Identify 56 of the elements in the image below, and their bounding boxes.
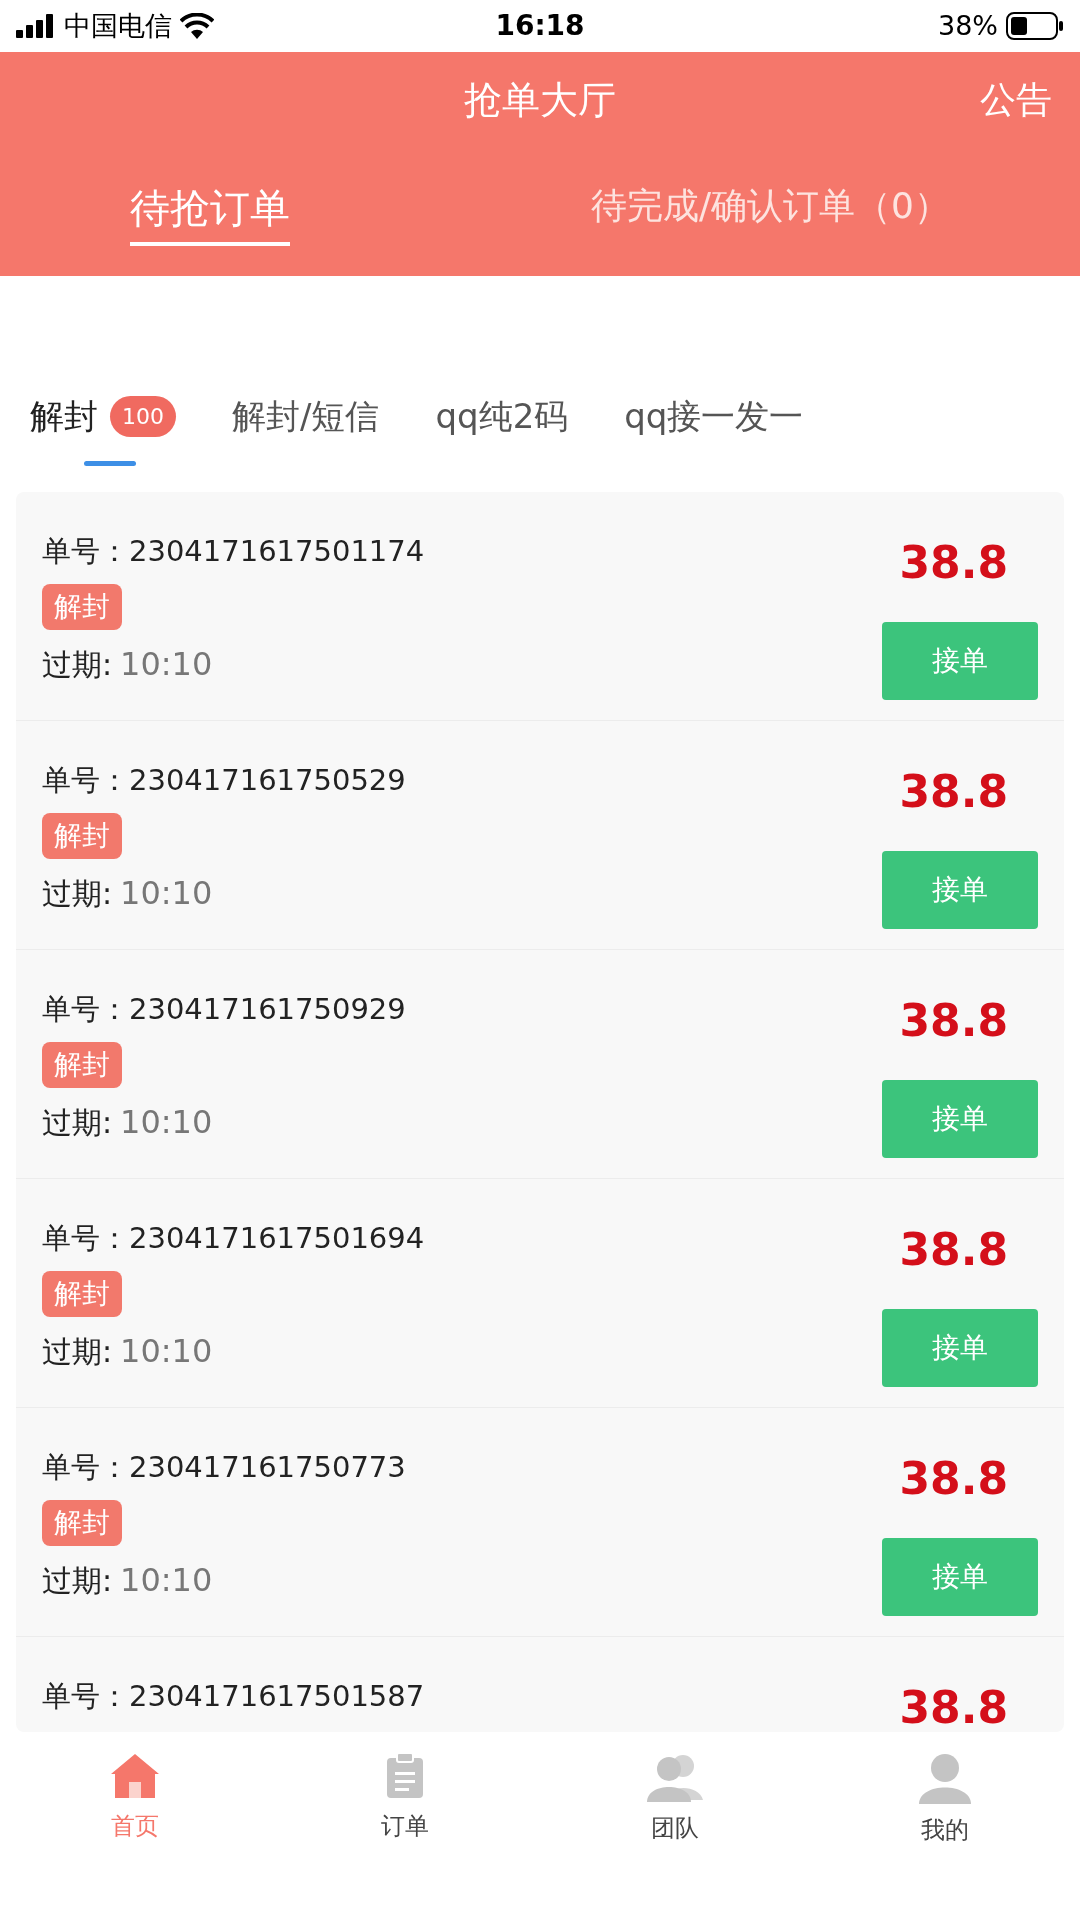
category-tag: 解封 xyxy=(42,1042,122,1088)
clock-time: 16:18 xyxy=(495,8,585,44)
signal-icon xyxy=(16,14,56,38)
category-tab[interactable]: 解封 100 xyxy=(30,366,176,466)
people-icon xyxy=(645,1752,705,1802)
expiry-label: 过期: xyxy=(42,874,113,913)
order-number: 单号：230417161750529 xyxy=(42,762,406,800)
clipboard-icon xyxy=(385,1752,425,1800)
order-price: 38.8 xyxy=(899,536,1009,590)
nav-tab[interactable]: 团队 xyxy=(540,1732,810,1920)
order-price: 38.8 xyxy=(899,765,1009,819)
accept-button[interactable]: 接单 xyxy=(882,622,1038,700)
order-tab[interactable]: 待完成/确认订单（0） xyxy=(590,179,950,245)
order-price: 38.8 xyxy=(899,994,1009,1048)
order-number: 单号：2304171617501587 xyxy=(42,1678,425,1716)
expiry-time: 10:10 xyxy=(120,873,213,914)
expiry-label: 过期: xyxy=(42,1332,113,1371)
accept-button[interactable]: 接单 xyxy=(882,1309,1038,1387)
category-tab[interactable]: 解封/短信 xyxy=(232,366,380,466)
nav-tab[interactable]: 订单 xyxy=(270,1732,540,1920)
category-tag: 解封 xyxy=(42,1271,122,1317)
wifi-icon xyxy=(180,13,214,39)
accept-button[interactable]: 接单 xyxy=(882,851,1038,929)
order-price: 38.8 xyxy=(899,1452,1009,1506)
accept-button[interactable]: 接单 xyxy=(882,1080,1038,1158)
nav-tab[interactable]: 我的 xyxy=(810,1732,1080,1920)
battery-icon xyxy=(1006,12,1064,40)
order-price: 38.8 xyxy=(899,1223,1009,1277)
category-tag: 解封 xyxy=(42,1500,122,1546)
expiry-label: 过期: xyxy=(42,645,113,684)
tab-underline xyxy=(84,461,136,466)
order-price: 38.8 xyxy=(899,1681,1009,1732)
category-tab[interactable]: qq接一发一 xyxy=(624,366,804,466)
order-number: 单号：230417161750929 xyxy=(42,991,406,1029)
order-tab[interactable]: 待抢订单 xyxy=(130,178,290,246)
accept-button[interactable]: 接单 xyxy=(882,1538,1038,1616)
expiry-time: 10:10 xyxy=(120,1560,213,1601)
expiry-time: 10:10 xyxy=(120,1331,213,1372)
battery-percent: 38% xyxy=(938,8,998,43)
page-title: 抢单大厅 xyxy=(464,76,616,124)
category-tab[interactable]: qq纯2码 xyxy=(435,366,569,466)
category-tag: 解封 xyxy=(42,813,122,859)
notice-button[interactable]: 公告 xyxy=(980,73,1052,127)
nav-tab[interactable]: 首页 xyxy=(0,1732,270,1920)
expiry-time: 10:10 xyxy=(120,1102,213,1143)
person-icon xyxy=(917,1752,973,1804)
home-icon xyxy=(109,1752,161,1800)
expiry-label: 过期: xyxy=(42,1103,113,1142)
expiry-time: 10:10 xyxy=(120,644,213,685)
category-tag: 解封 xyxy=(42,584,122,630)
carrier-name: 中国电信 xyxy=(64,8,172,43)
order-number: 单号：230417161750773 xyxy=(42,1449,406,1487)
expiry-label: 过期: xyxy=(42,1561,113,1600)
count-badge: 100 xyxy=(110,395,176,437)
order-number: 单号：2304171617501694 xyxy=(42,1220,425,1258)
order-number: 单号：2304171617501174 xyxy=(42,533,425,571)
